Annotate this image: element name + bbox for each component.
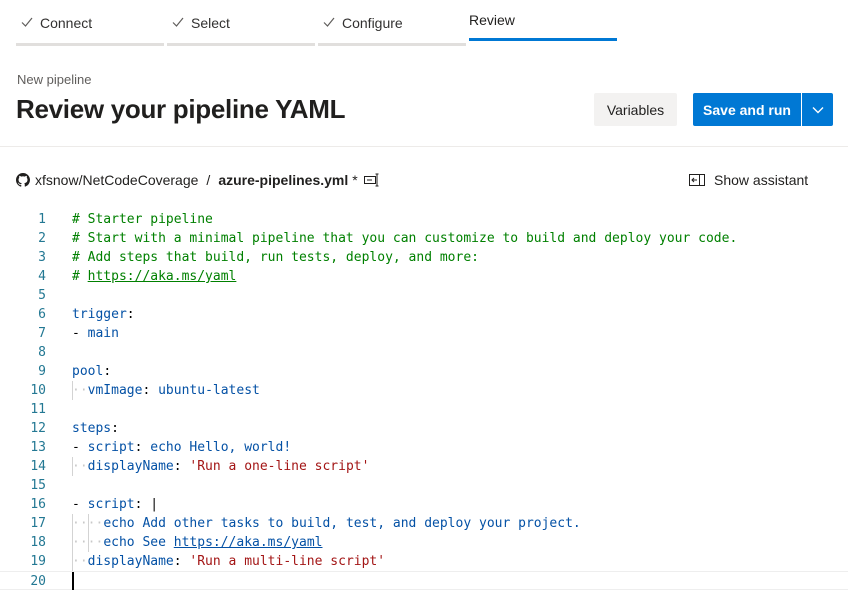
code-text: ····echo Add other tasks to build, test,… (72, 516, 581, 531)
wizard-steps: Connect Select Configure Review (16, 0, 656, 46)
line-number: 7 (38, 326, 46, 341)
indent-guide (72, 457, 73, 476)
line-number: 17 (30, 516, 46, 531)
check-icon (323, 17, 335, 27)
editor-line[interactable]: 3 # Add steps that build, run tests, depl… (0, 248, 848, 267)
rename-icon[interactable] (363, 173, 380, 187)
file-name: azure-pipelines.yml (218, 172, 349, 188)
step-configure[interactable]: Configure (318, 0, 466, 46)
check-icon (172, 17, 184, 27)
editor-line[interactable]: 5 (0, 286, 848, 305)
code-text: pool: (72, 364, 112, 379)
step-progress-bar (16, 43, 164, 46)
editor-line[interactable]: 9 pool: (0, 362, 848, 381)
editor-line[interactable]: 14 ··displayName: 'Run a one-line script' (0, 457, 848, 476)
yaml-editor[interactable]: 1 # Starter pipeline 2 # Start with a minim… (0, 210, 848, 590)
editor-line[interactable]: 11 (0, 400, 848, 419)
step-review[interactable]: Review (469, 0, 617, 46)
text-cursor (72, 572, 74, 590)
code-text: ····echo See https://aka.ms/yaml (72, 535, 323, 550)
editor-line[interactable]: 19 ··displayName: 'Run a multi-line scrip… (0, 552, 848, 571)
editor-line[interactable]: 4 # https://aka.ms/yaml (0, 267, 848, 286)
code-text: - script: | (72, 497, 159, 512)
save-and-run-dropdown-button[interactable] (802, 93, 833, 126)
line-number: 13 (30, 440, 46, 455)
modified-indicator: * (352, 172, 358, 188)
code-text: ··displayName: 'Run a one-line script' (72, 459, 370, 474)
editor-line[interactable]: 13 - script: echo Hello, world! (0, 438, 848, 457)
editor-line[interactable]: 10 ··vmImage: ubuntu-latest (0, 381, 848, 400)
indent-guide (72, 381, 73, 400)
line-number: 6 (38, 307, 46, 322)
indent-guide (87, 533, 89, 552)
line-number: 12 (30, 421, 46, 436)
page-title: Review your pipeline YAML (16, 94, 346, 124)
editor-line[interactable]: 1 # Starter pipeline (0, 210, 848, 229)
file-path-bar: xfsnow/NetCodeCoverage / azure-pipelines… (16, 171, 380, 189)
repo-name[interactable]: xfsnow/NetCodeCoverage (35, 172, 198, 188)
check-icon (21, 17, 33, 27)
code-text: steps: (72, 421, 119, 436)
line-number: 3 (38, 250, 46, 265)
code-text: ··displayName: 'Run a multi-line script' (72, 554, 386, 569)
step-label: Connect (40, 15, 93, 31)
line-number: 16 (30, 497, 46, 512)
step-label: Select (191, 15, 230, 31)
step-label: Configure (342, 15, 403, 31)
step-progress-bar (318, 43, 466, 46)
show-assistant-button[interactable]: Show assistant (689, 171, 808, 189)
editor-line[interactable]: 6 trigger: (0, 305, 848, 324)
line-number: 4 (38, 269, 46, 284)
indent-guide (72, 514, 73, 533)
save-and-run-button[interactable]: Save and run (693, 93, 801, 126)
indent-guide (72, 533, 73, 552)
line-number: 10 (30, 383, 46, 398)
editor-line[interactable]: 12 steps: (0, 419, 848, 438)
code-text: # Start with a minimal pipeline that you… (72, 231, 738, 246)
editor-line[interactable]: 7 - main (0, 324, 848, 343)
line-number: 1 (38, 212, 46, 227)
line-number: 15 (30, 478, 46, 493)
line-number: 8 (38, 345, 46, 360)
code-text: trigger: (72, 307, 135, 322)
code-text: - main (72, 326, 119, 341)
code-text: # https://aka.ms/yaml (72, 269, 237, 284)
line-number: 19 (30, 554, 46, 569)
header-divider (0, 146, 848, 147)
chevron-down-icon (812, 106, 823, 113)
indent-guide (87, 514, 89, 533)
path-separator: / (206, 172, 211, 188)
assistant-panel-icon (689, 174, 705, 186)
indent-guide (72, 552, 73, 571)
step-progress-bar (469, 38, 617, 41)
code-text: # Add steps that build, run tests, deplo… (72, 250, 479, 265)
editor-line[interactable]: 20 (0, 571, 848, 590)
show-assistant-label: Show assistant (714, 172, 809, 188)
line-number: 11 (30, 402, 46, 417)
step-progress-bar (167, 43, 315, 46)
editor-line[interactable]: 18 ····echo See https://aka.ms/yaml (0, 533, 848, 552)
editor-line[interactable]: 17 ····echo Add other tasks to build, tes… (0, 514, 848, 533)
line-number: 18 (30, 535, 46, 550)
variables-button[interactable]: Variables (594, 93, 677, 126)
editor-line[interactable]: 16 - script: | (0, 495, 848, 514)
line-number: 2 (38, 231, 46, 246)
step-connect[interactable]: Connect (16, 0, 164, 46)
page-subtitle: New pipeline (17, 72, 92, 87)
line-number: 20 (30, 574, 46, 589)
code-text: ··vmImage: ubuntu-latest (72, 383, 260, 398)
editor-line[interactable]: 2 # Start with a minimal pipeline that yo… (0, 229, 848, 248)
line-number: 14 (30, 459, 46, 474)
editor-line[interactable]: 8 (0, 343, 848, 362)
editor-line[interactable]: 15 (0, 476, 848, 495)
line-number: 9 (38, 364, 46, 379)
step-select[interactable]: Select (167, 0, 315, 46)
step-label: Review (469, 12, 515, 28)
github-icon (16, 173, 30, 187)
code-text: # Starter pipeline (72, 212, 213, 227)
code-text: - script: echo Hello, world! (72, 440, 292, 455)
line-number: 5 (38, 288, 46, 303)
